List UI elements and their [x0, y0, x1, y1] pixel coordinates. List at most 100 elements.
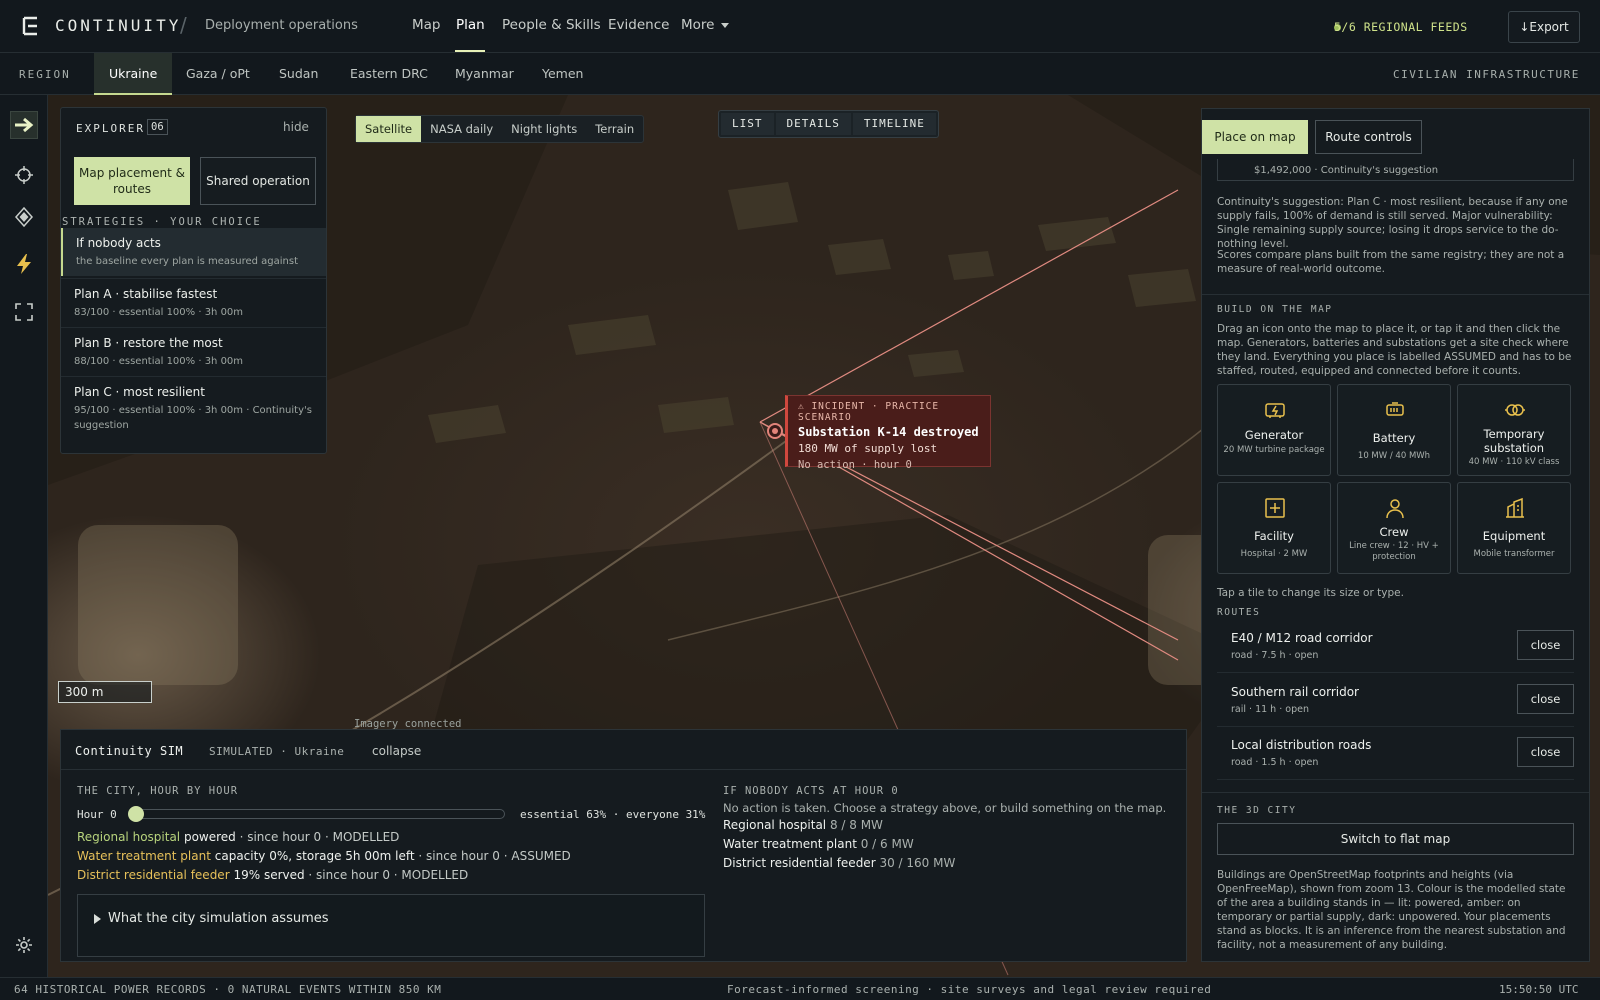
- region-bar: REGION Ukraine Gaza / oPt Sudan Eastern …: [0, 53, 1600, 95]
- facility-icon: [1265, 498, 1285, 518]
- nav-evidence[interactable]: Evidence: [608, 17, 669, 33]
- suggestion-text: Continuity's suggestion: Plan C · most r…: [1217, 196, 1568, 250]
- export-button[interactable]: ↓Export: [1508, 11, 1580, 43]
- route-close-button[interactable]: close: [1517, 630, 1574, 660]
- incident-tag: ⚠ INCIDENT · PRACTICE SCENARIO: [798, 401, 940, 423]
- assumptions-label: What the city simulation assumes: [108, 911, 329, 926]
- strategy-name: Plan C · most resilient: [74, 385, 205, 399]
- nav-plan[interactable]: Plan: [456, 17, 485, 33]
- strategy-item-plan-c[interactable]: Plan C · most resilient 95/100 · essenti…: [61, 376, 326, 434]
- nav-more[interactable]: More: [681, 17, 729, 33]
- strategy-meta: 95/100 · essential 100% · 3h 00m · Conti…: [74, 405, 312, 431]
- lightning-icon[interactable]: [10, 250, 38, 278]
- imagery-satellite[interactable]: Satellite: [356, 116, 422, 142]
- route-meta: road · 1.5 h · open: [1231, 757, 1319, 768]
- view-list[interactable]: LIST: [721, 113, 774, 135]
- region-tab-sudan[interactable]: Sudan: [279, 53, 318, 95]
- region-tab-gaza[interactable]: Gaza / oPt: [186, 53, 250, 95]
- strategy-item-plan-b[interactable]: Plan B · restore the most 88/100 · essen…: [61, 327, 326, 375]
- tile-battery[interactable]: Battery 10 MW / 40 MWh: [1337, 384, 1451, 476]
- route-row: Southern rail corridor rail · 11 h · ope…: [1217, 673, 1574, 727]
- switch-flat-map-button[interactable]: Switch to flat map: [1217, 823, 1574, 855]
- imagery-nasa-daily[interactable]: NASA daily: [421, 116, 502, 142]
- strategy-item-nobody-acts[interactable]: If nobody acts the baseline every plan i…: [61, 228, 326, 276]
- region-tab-ukraine[interactable]: Ukraine: [94, 53, 173, 95]
- assumptions-disclosure[interactable]: What the city simulation assumes: [77, 894, 705, 957]
- map-scale: 300 m: [58, 681, 152, 703]
- incident-subtitle: 180 MW of supply lost: [798, 442, 938, 455]
- layers-diamond-icon[interactable]: [10, 203, 38, 231]
- sim-collapse-button[interactable]: collapse: [372, 744, 421, 758]
- regional-feeds-status[interactable]: 5/6 REGIONAL FEEDS: [1318, 20, 1468, 34]
- tile-meta: 10 MW / 40 MWh: [1357, 451, 1431, 461]
- divider: [1202, 792, 1589, 793]
- tile-meta: Line crew · 12 · HV + protection: [1349, 541, 1439, 562]
- tab-place-on-map[interactable]: Place on map: [1202, 120, 1308, 154]
- right-panel-tabs: Place on map Route controls: [1202, 109, 1589, 155]
- crew-icon: [1386, 499, 1404, 519]
- mode-shared-operation-button[interactable]: Shared operation: [200, 157, 316, 205]
- build-header: BUILD ON THE MAP: [1217, 304, 1333, 315]
- nav-map[interactable]: Map: [412, 17, 441, 33]
- incident-marker-icon[interactable]: [767, 423, 783, 439]
- status-clock: 15:50:50 UTC: [1499, 983, 1579, 996]
- arrow-right-icon[interactable]: [10, 111, 38, 139]
- region-tab-myanmar[interactable]: Myanmar: [455, 53, 514, 95]
- layer-label: CIVILIAN INFRASTRUCTURE: [1393, 68, 1580, 81]
- nav-people-skills[interactable]: People & Skills: [502, 17, 601, 33]
- app-subtitle[interactable]: Deployment operations: [205, 18, 358, 33]
- region-tab-eastern-drc[interactable]: Eastern DRC: [350, 53, 428, 95]
- sim-header: Continuity SIM SIMULATED · Ukraine colla…: [61, 730, 1186, 770]
- top-bar: CONTINUITY / Deployment operations Map P…: [0, 0, 1600, 53]
- sim-title: Continuity SIM: [75, 744, 184, 758]
- explorer-hide-button[interactable]: hide: [283, 120, 309, 134]
- city-line-water: Water treatment plant capacity 0%, stora…: [77, 849, 571, 863]
- mode-map-placement-button[interactable]: Map placement & routes: [74, 157, 190, 205]
- tile-equipment[interactable]: Equipment Mobile transformer: [1457, 482, 1571, 574]
- route-name: Local distribution roads: [1231, 738, 1372, 752]
- chevron-down-icon: [720, 22, 729, 28]
- facility-state: capacity 0%, storage 5h 00m left: [214, 849, 415, 863]
- tab-route-controls[interactable]: Route controls: [1315, 120, 1422, 154]
- crosshair-icon[interactable]: [10, 161, 38, 189]
- region-tab-yemen[interactable]: Yemen: [542, 53, 583, 95]
- tile-temporary-substation[interactable]: Temporary substation 40 MW · 110 kV clas…: [1457, 384, 1571, 476]
- strategy-item-plan-a[interactable]: Plan A · stabilise fastest 83/100 · esse…: [61, 278, 326, 326]
- strategy-name: If nobody acts: [76, 236, 161, 250]
- strategy-name: Plan B · restore the most: [74, 336, 223, 350]
- simulation-panel: Continuity SIM SIMULATED · Ukraine colla…: [60, 729, 1187, 962]
- routes-header: ROUTES: [1217, 607, 1261, 618]
- route-close-button[interactable]: close: [1517, 684, 1574, 714]
- explorer-title: EXPLORER: [76, 122, 145, 135]
- logo-icon: [22, 16, 37, 36]
- battery-icon: [1386, 402, 1404, 416]
- fullscreen-icon[interactable]: [10, 298, 38, 326]
- brand-name: CONTINUITY: [55, 16, 182, 35]
- view-details[interactable]: DETAILS: [775, 113, 851, 135]
- route-close-button[interactable]: close: [1517, 737, 1574, 767]
- tile-crew[interactable]: Crew Line crew · 12 · HV + protection: [1337, 482, 1451, 574]
- tile-facility[interactable]: Facility Hospital · 2 MW: [1217, 482, 1331, 574]
- expand-triangle-icon: [94, 914, 101, 924]
- settings-gear-icon[interactable]: [10, 931, 38, 959]
- nobody-line-hospital: Regional hospital 8 / 8 MW: [723, 818, 883, 832]
- suggestion-cost: $1,492,000 · Continuity's suggestion: [1254, 165, 1439, 176]
- hour-slider-handle[interactable]: [128, 806, 144, 822]
- imagery-night-lights[interactable]: Night lights: [502, 116, 586, 142]
- route-meta: rail · 11 h · open: [1231, 704, 1309, 715]
- hour-slider-track[interactable]: [135, 809, 505, 819]
- facility-state: powered: [183, 830, 236, 844]
- tile-generator[interactable]: Generator 20 MW turbine package: [1217, 384, 1331, 476]
- incident-card[interactable]: ⚠ INCIDENT · PRACTICE SCENARIO Substatio…: [785, 395, 991, 471]
- tile-name: Temporary substation: [1483, 427, 1545, 455]
- view-timeline[interactable]: TIMELINE: [852, 113, 936, 135]
- explorer-count-badge: 06: [147, 119, 168, 135]
- imagery-terrain[interactable]: Terrain: [586, 116, 643, 142]
- facility-name: Water treatment plant: [723, 837, 857, 851]
- facility-name: District residential feeder: [77, 868, 230, 882]
- strategies-header: STRATEGIES · YOUR CHOICE: [62, 216, 262, 228]
- facility-source: · since hour 0 · MODELLED: [304, 868, 469, 882]
- build-instructions: Drag an icon onto the map to place it, o…: [1217, 323, 1572, 377]
- tile-name: Crew: [1379, 525, 1409, 539]
- status-disclaimer: Forecast-informed screening · site surve…: [727, 983, 1212, 996]
